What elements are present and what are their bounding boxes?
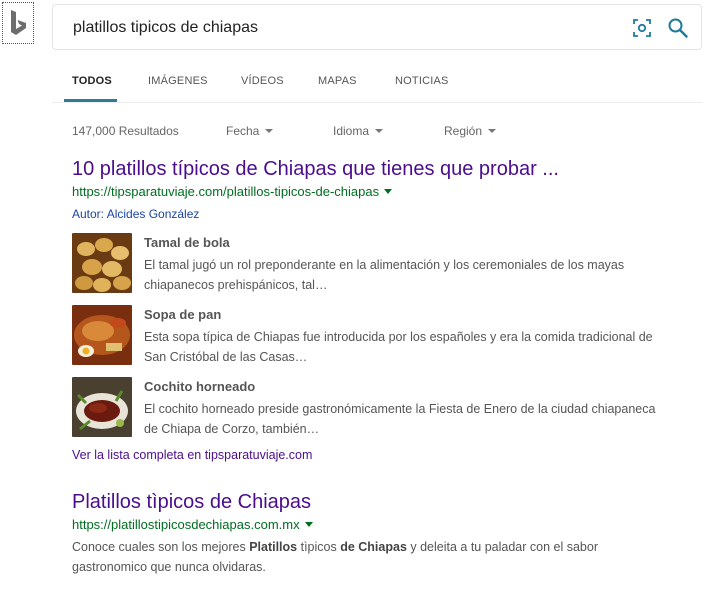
url-caret-down-icon[interactable]	[304, 522, 313, 527]
result-url: https://tipsparatuviaje.com/platillos-ti…	[72, 184, 692, 199]
list-item: Sopa de pan Esta sopa típica de Chiapas …	[72, 305, 692, 367]
description-line: chiapanecos prehispánicos, tal…	[144, 278, 328, 292]
result-title-link[interactable]: 10 platillos típicos de Chiapas que tien…	[72, 158, 692, 181]
list-item-title[interactable]: Tamal de bola	[144, 235, 230, 250]
list-item: Tamal de bola El tamal jugó un rol prepo…	[72, 233, 692, 295]
caret-down-icon	[265, 129, 274, 133]
list-item-description: Esta sopa típica de Chiapas fue introduc…	[144, 327, 703, 367]
result-url-text: https://tipsparatuviaje.com/platillos-ti…	[72, 184, 380, 199]
tabs-divider	[52, 102, 703, 103]
search-result: 10 platillos típicos de Chiapas que tien…	[72, 158, 692, 221]
result-author: Autor: Alcides González	[72, 207, 692, 221]
filter-date-label: Fecha	[226, 124, 260, 138]
description-line: El cochito horneado preside gastronómica…	[144, 402, 656, 416]
search-input[interactable]	[73, 17, 593, 39]
list-item: Cochito horneado El cochito horneado pre…	[72, 377, 692, 439]
snippet-line: Conoce cuales son los mejores Platillos …	[72, 537, 692, 557]
filter-language-label: Idioma	[333, 124, 370, 138]
result-snippet: Conoce cuales son los mejores Platillos …	[72, 537, 692, 577]
filter-date[interactable]: Fecha	[226, 124, 274, 138]
snippet-text: tìpicos	[297, 540, 341, 554]
description-line: Esta sopa típica de Chiapas fue introduc…	[144, 330, 653, 344]
tab-noticias[interactable]: NOTICIAS	[395, 75, 449, 87]
author-label: Autor:	[72, 207, 105, 221]
bing-logo[interactable]	[2, 2, 34, 44]
url-caret-down-icon[interactable]	[384, 189, 393, 194]
search-box	[52, 4, 702, 50]
result-url: https://platillostipicosdechiapas.com.mx	[72, 517, 692, 532]
search-result: Platillos tìpicos de Chiapas https://pla…	[72, 491, 692, 577]
result-url-text: https://platillostipicosdechiapas.com.mx	[72, 517, 300, 532]
description-line: San Cristóbal de las Casas…	[144, 350, 308, 364]
snippet-text: Conoce cuales son los mejores	[72, 540, 250, 554]
filter-region-label: Región	[444, 124, 483, 138]
author-name[interactable]: Alcides González	[107, 207, 200, 221]
visual-search-icon[interactable]	[632, 18, 652, 38]
list-item-title[interactable]: Cochito horneado	[144, 379, 255, 394]
search-icon[interactable]	[667, 17, 689, 39]
caret-down-icon	[375, 129, 384, 133]
filter-language[interactable]: Idioma	[333, 124, 384, 138]
bing-logo-icon	[11, 10, 26, 35]
sopa-de-pan-image[interactable]	[72, 305, 132, 365]
filter-region[interactable]: Región	[444, 124, 497, 138]
tab-todos[interactable]: TODOS	[72, 75, 112, 87]
see-full-list-link[interactable]: Ver la lista completa en tipsparatuviaje…	[72, 448, 312, 462]
snippet-highlight: Platillos	[249, 540, 298, 554]
tab-mapas[interactable]: MAPAS	[318, 75, 357, 87]
snippet-text: y deleita a tu paladar con el sabor	[406, 540, 598, 554]
list-item-description: El tamal jugó un rol preponderante en la…	[144, 255, 703, 295]
tab-imagenes[interactable]: IMÁGENES	[148, 75, 208, 87]
list-item-title[interactable]: Sopa de pan	[144, 307, 221, 322]
cochito-horneado-image[interactable]	[72, 377, 132, 437]
snippet-highlight: de Chiapas	[340, 540, 407, 554]
description-line: de Chiapa de Corzo, también…	[144, 422, 320, 436]
results-count: 147,000 Resultados	[72, 124, 179, 138]
snippet-line: gastronomico que nunca olvidaras.	[72, 560, 266, 574]
caret-down-icon	[488, 129, 497, 133]
tamal-de-bola-image[interactable]	[72, 233, 132, 293]
result-title-link[interactable]: Platillos tìpicos de Chiapas	[72, 491, 692, 514]
description-line: El tamal jugó un rol preponderante en la…	[144, 258, 625, 272]
tab-videos[interactable]: VÍDEOS	[241, 75, 284, 87]
list-item-description: El cochito horneado preside gastronómica…	[144, 399, 703, 439]
